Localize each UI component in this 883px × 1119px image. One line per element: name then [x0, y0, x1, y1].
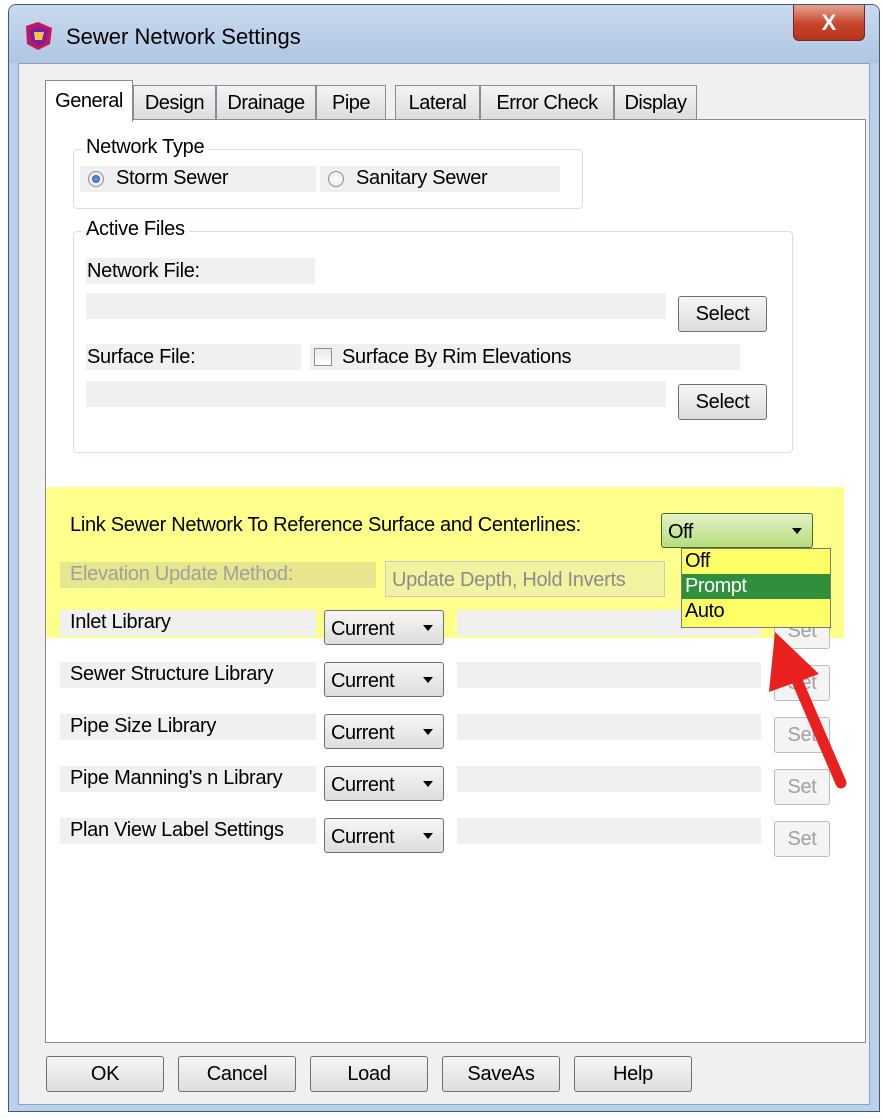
tab-pipe[interactable]: Pipe — [316, 85, 386, 120]
chevron-down-icon — [423, 729, 433, 735]
active-files-group: Active Files Network File: Select Surfac… — [73, 218, 793, 453]
tab-drainage[interactable]: Drainage — [216, 85, 316, 120]
sewer-structure-library-label: Sewer Structure Library — [70, 663, 274, 685]
pipe-size-library-label: Pipe Size Library — [70, 715, 217, 737]
active-files-legend: Active Files — [82, 218, 189, 241]
sewer-structure-library-path — [457, 662, 761, 688]
network-file-field[interactable] — [86, 293, 666, 319]
app-logo-icon — [26, 22, 52, 50]
chevron-down-icon — [423, 677, 433, 683]
elevation-value: Update Depth, Hold Inverts — [392, 569, 626, 591]
inlet-library-label: Inlet Library — [70, 611, 171, 633]
pipe-size-library-path — [457, 714, 761, 740]
pipe-mannings-library-combo[interactable]: Current — [324, 766, 444, 801]
tab-design[interactable]: Design — [133, 85, 216, 120]
dropdown-option-off[interactable]: Off — [682, 549, 830, 574]
dropdown-option-auto[interactable]: Auto — [682, 599, 830, 624]
combo-value: Current — [331, 618, 395, 640]
saveas-button[interactable]: SaveAs — [442, 1056, 560, 1092]
combo-value: Current — [331, 670, 395, 692]
surface-file-label: Surface File: — [87, 346, 196, 368]
pipe-mannings-library-path — [457, 766, 761, 792]
surface-file-field[interactable] — [86, 381, 666, 407]
network-file-label: Network File: — [87, 260, 200, 282]
link-dropdown-list: Off Prompt Auto — [681, 548, 831, 628]
dialog-window: Sewer Network Settings X General Design … — [8, 4, 880, 1112]
cancel-button[interactable]: Cancel — [178, 1056, 296, 1092]
sanitary-sewer-radio[interactable] — [328, 171, 344, 187]
red-arrow-annotation — [769, 632, 847, 789]
tab-label: Error Check — [496, 91, 598, 114]
network-type-legend: Network Type — [82, 136, 209, 159]
plan-view-label-settings-label: Plan View Label Settings — [70, 819, 284, 841]
title-bar: Sewer Network Settings X — [9, 5, 879, 63]
dropdown-option-prompt[interactable]: Prompt — [682, 574, 830, 599]
general-tab-panel: Network Type Storm Sewer Sanitary Sewer … — [45, 119, 866, 1043]
link-label: Link Sewer Network To Reference Surface … — [70, 514, 581, 536]
inlet-library-combo[interactable]: Current — [324, 610, 444, 645]
load-button[interactable]: Load — [310, 1056, 428, 1092]
pipe-mannings-library-label: Pipe Manning's n Library — [70, 767, 283, 789]
plan-view-label-settings-combo[interactable]: Current — [324, 818, 444, 853]
surface-file-select-button[interactable]: Select — [678, 384, 767, 420]
dialog-client: General Design Drainage Pipe Lateral Err… — [18, 63, 870, 1105]
surface-by-rim-checkbox[interactable] — [314, 348, 332, 366]
close-button[interactable]: X — [793, 5, 865, 41]
sanitary-sewer-label: Sanitary Sewer — [356, 167, 488, 189]
chevron-down-icon — [423, 625, 433, 631]
tab-display[interactable]: Display — [614, 85, 697, 120]
tab-label: General — [55, 90, 123, 112]
close-icon: X — [821, 9, 837, 35]
link-combo[interactable]: Off — [661, 513, 813, 548]
sewer-structure-library-combo[interactable]: Current — [324, 662, 444, 697]
tab-label: Drainage — [227, 91, 305, 114]
tab-lateral[interactable]: Lateral — [395, 85, 480, 120]
elevation-label: Elevation Update Method: — [70, 563, 293, 585]
link-combo-value: Off — [668, 521, 693, 543]
tab-error-check[interactable]: Error Check — [480, 85, 614, 120]
network-file-select-button[interactable]: Select — [678, 296, 767, 332]
tab-label: Display — [624, 91, 687, 114]
storm-sewer-radio[interactable] — [88, 171, 104, 187]
storm-sewer-label: Storm Sewer — [116, 167, 229, 189]
plan-view-label-settings-path — [457, 818, 761, 844]
combo-value: Current — [331, 774, 395, 796]
tab-label: Design — [144, 91, 205, 114]
ok-button[interactable]: OK — [46, 1056, 164, 1092]
chevron-down-icon — [423, 833, 433, 839]
surface-by-rim-label: Surface By Rim Elevations — [342, 346, 572, 368]
network-type-group: Network Type Storm Sewer Sanitary Sewer — [73, 136, 583, 209]
combo-value: Current — [331, 826, 395, 848]
elevation-combo[interactable]: Update Depth, Hold Inverts — [385, 561, 665, 597]
help-button[interactable]: Help — [574, 1056, 692, 1092]
chevron-down-icon — [423, 781, 433, 787]
tab-general[interactable]: General — [45, 80, 133, 122]
window-title: Sewer Network Settings — [66, 24, 301, 49]
combo-value: Current — [331, 722, 395, 744]
plan-view-label-settings-set-button[interactable]: Set — [774, 821, 830, 857]
pipe-size-library-combo[interactable]: Current — [324, 714, 444, 749]
chevron-down-icon — [792, 528, 802, 534]
tab-label: Lateral — [408, 91, 467, 114]
tab-label: Pipe — [331, 91, 371, 114]
